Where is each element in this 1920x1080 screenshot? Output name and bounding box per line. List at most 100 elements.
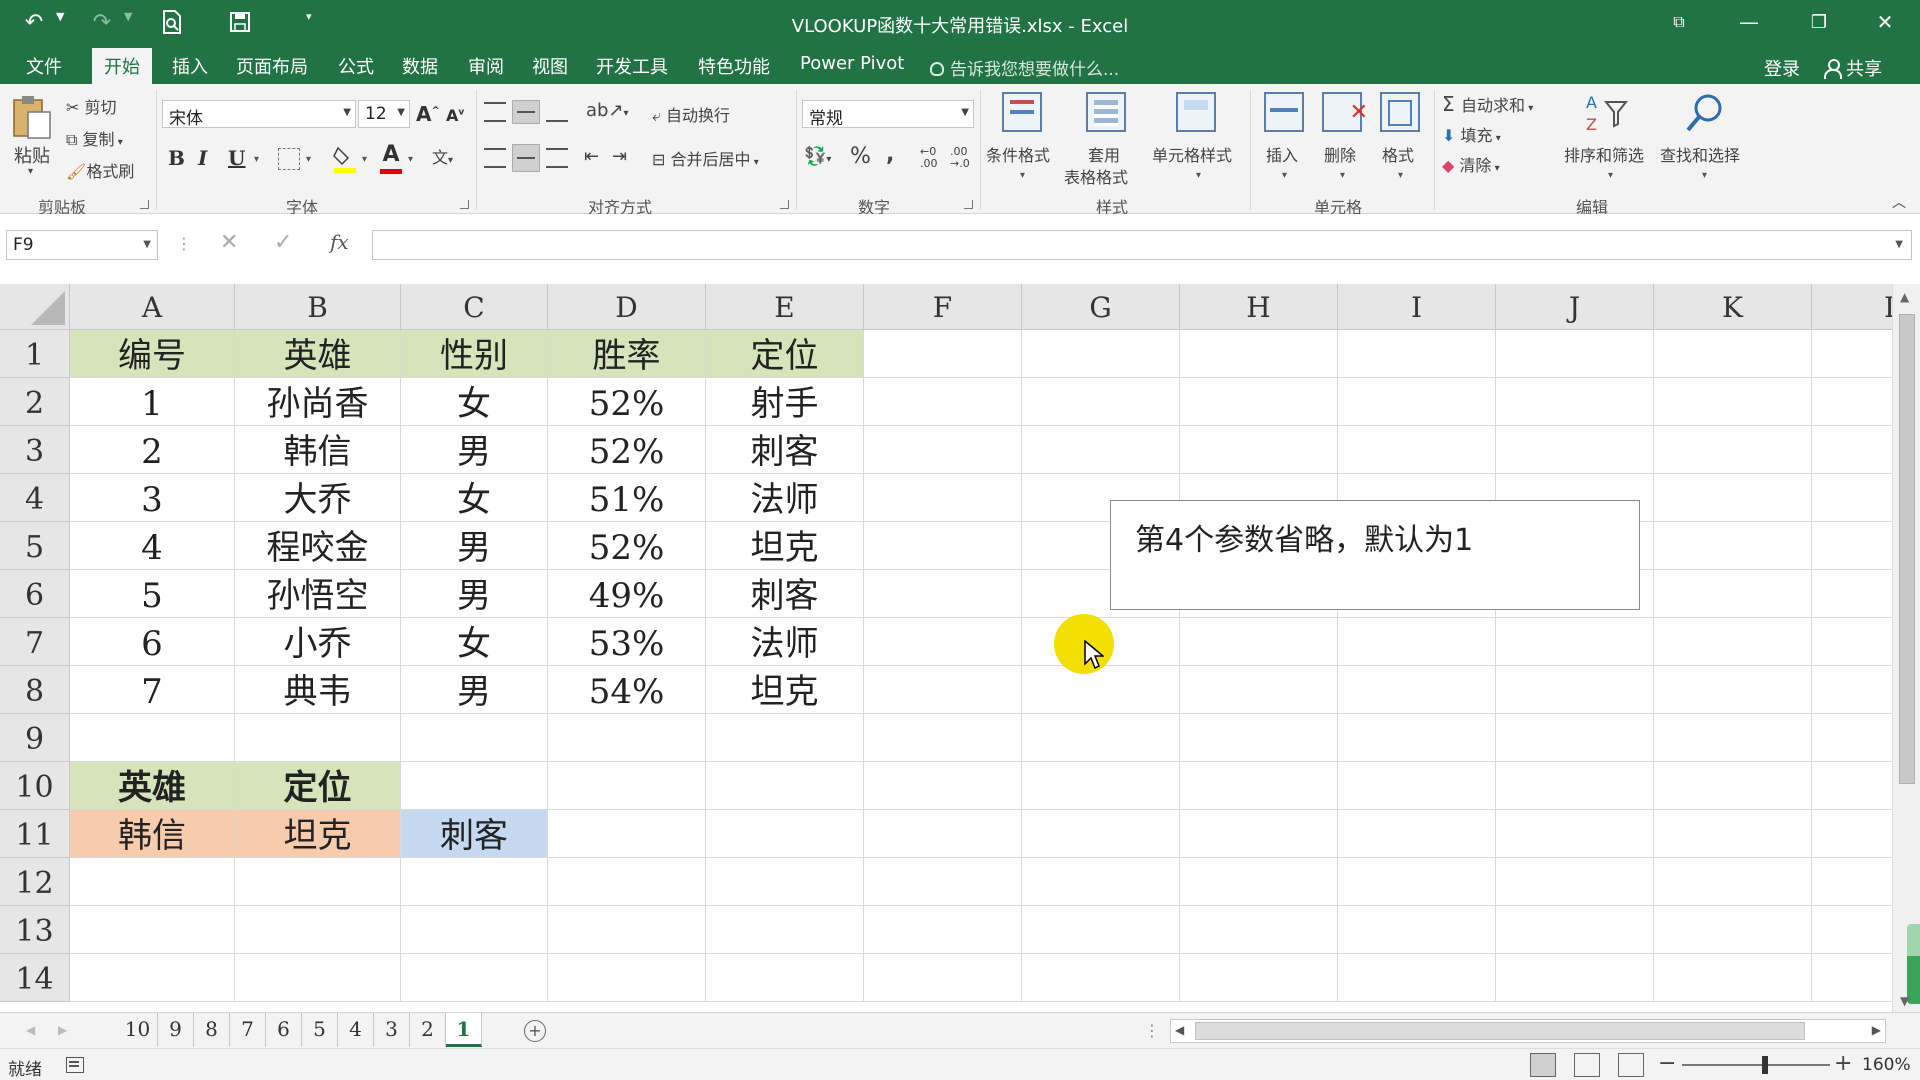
- column-header-l[interactable]: L: [1812, 284, 1900, 330]
- cell-b8[interactable]: 典韦: [235, 666, 401, 714]
- row-header-9[interactable]: 9: [0, 714, 70, 762]
- paste-label[interactable]: 粘贴: [14, 142, 50, 168]
- phonetic-icon[interactable]: 文▾: [432, 144, 453, 168]
- underline-dropdown-icon[interactable]: ▾: [254, 154, 259, 165]
- cell-f6[interactable]: [864, 570, 1022, 618]
- clear-button[interactable]: ◆ 清除 ▾: [1442, 152, 1500, 176]
- cell-f12[interactable]: [864, 858, 1022, 906]
- cell-i2[interactable]: [1338, 378, 1496, 426]
- cell-a11[interactable]: 韩信: [70, 810, 235, 858]
- cell-h1[interactable]: [1180, 330, 1338, 378]
- column-header-j[interactable]: J: [1496, 284, 1654, 330]
- sheet-tab-6[interactable]: 6: [266, 1013, 302, 1047]
- cell-g11[interactable]: [1022, 810, 1180, 858]
- macro-record-icon[interactable]: [66, 1057, 84, 1073]
- format-as-table-icon[interactable]: [1086, 92, 1126, 132]
- formula-bar-handle-icon[interactable]: ⋮: [176, 234, 192, 253]
- cell-a4[interactable]: 3: [70, 474, 235, 522]
- sheet-tab-3[interactable]: 3: [374, 1013, 410, 1047]
- cell-h10[interactable]: [1180, 762, 1338, 810]
- cell-i14[interactable]: [1338, 954, 1496, 1002]
- cell-a9[interactable]: [70, 714, 235, 762]
- cell-d6[interactable]: 49%: [548, 570, 706, 618]
- cell-c7[interactable]: 女: [401, 618, 548, 666]
- tab-file[interactable]: 文件: [26, 53, 62, 79]
- close-button[interactable]: ✕: [1850, 0, 1920, 44]
- conditional-format-dropdown-icon[interactable]: ▾: [1020, 170, 1025, 181]
- ribbon-display-icon[interactable]: ⧉: [1644, 0, 1714, 44]
- cell-i1[interactable]: [1338, 330, 1496, 378]
- cell-h14[interactable]: [1180, 954, 1338, 1002]
- cell-j9[interactable]: [1496, 714, 1654, 762]
- vertical-scroll-thumb[interactable]: [1899, 314, 1915, 784]
- delete-cells-icon[interactable]: ✕: [1322, 92, 1368, 132]
- cell-e4[interactable]: 法师: [706, 474, 864, 522]
- find-dropdown-icon[interactable]: ▾: [1702, 170, 1707, 181]
- cell-g2[interactable]: [1022, 378, 1180, 426]
- tab-review[interactable]: 审阅: [468, 53, 504, 79]
- borders-dropdown-icon[interactable]: ▾: [306, 154, 311, 165]
- cell-h8[interactable]: [1180, 666, 1338, 714]
- horizontal-scrollbar[interactable]: ◀ ▶: [1170, 1019, 1886, 1043]
- cell-k13[interactable]: [1654, 906, 1812, 954]
- tab-split-handle-icon[interactable]: ⋮: [1144, 1021, 1160, 1040]
- sheet-tab-4[interactable]: 4: [338, 1013, 374, 1047]
- column-header-i[interactable]: I: [1338, 284, 1496, 330]
- cell-d12[interactable]: [548, 858, 706, 906]
- currency-icon[interactable]: 💱▾: [804, 146, 831, 167]
- format-cells-button[interactable]: 格式: [1382, 142, 1414, 166]
- delete-cells-button[interactable]: 删除: [1324, 142, 1356, 166]
- cell-a8[interactable]: 7: [70, 666, 235, 714]
- cancel-icon[interactable]: ✕: [220, 230, 238, 255]
- wrap-text-button[interactable]: ⤶ 自动换行: [652, 102, 730, 126]
- cell-l2[interactable]: [1812, 378, 1900, 426]
- sheet-tab-9[interactable]: 9: [158, 1013, 194, 1047]
- tab-power-pivot[interactable]: Power Pivot: [800, 53, 904, 74]
- cell-d2[interactable]: 52%: [548, 378, 706, 426]
- font-size-select[interactable]: 12 ▼: [358, 100, 410, 128]
- cell-b9[interactable]: [235, 714, 401, 762]
- cell-i12[interactable]: [1338, 858, 1496, 906]
- cell-e1[interactable]: 定位: [706, 330, 864, 378]
- number-launcher-icon[interactable]: [964, 200, 973, 209]
- cell-f13[interactable]: [864, 906, 1022, 954]
- cell-d9[interactable]: [548, 714, 706, 762]
- sort-filter-button[interactable]: 排序和筛选: [1564, 142, 1644, 166]
- prev-sheet-icon[interactable]: ◀: [26, 1023, 35, 1037]
- cell-c8[interactable]: 男: [401, 666, 548, 714]
- cell-b12[interactable]: [235, 858, 401, 906]
- cell-e8[interactable]: 坦克: [706, 666, 864, 714]
- expand-formula-icon[interactable]: ▼: [1895, 239, 1903, 250]
- cell-f10[interactable]: [864, 762, 1022, 810]
- cell-h12[interactable]: [1180, 858, 1338, 906]
- increase-decimal-icon[interactable]: ←0.00: [920, 146, 938, 170]
- cell-c3[interactable]: 男: [401, 426, 548, 474]
- paste-icon[interactable]: [12, 94, 52, 140]
- zoom-level[interactable]: 160%: [1862, 1055, 1911, 1075]
- cell-c13[interactable]: [401, 906, 548, 954]
- insert-cells-icon[interactable]: [1264, 92, 1304, 132]
- cell-e6[interactable]: 刺客: [706, 570, 864, 618]
- sheet-tab-5[interactable]: 5: [302, 1013, 338, 1047]
- tab-page-layout[interactable]: 页面布局: [236, 53, 308, 79]
- cell-a6[interactable]: 5: [70, 570, 235, 618]
- cell-c5[interactable]: 男: [401, 522, 548, 570]
- comma-button[interactable]: ,: [886, 142, 894, 167]
- cell-j13[interactable]: [1496, 906, 1654, 954]
- row-header-3[interactable]: 3: [0, 426, 70, 474]
- sort-filter-icon[interactable]: AZ: [1584, 92, 1630, 136]
- orientation-icon[interactable]: ab↗▾: [586, 100, 629, 121]
- conditional-format-icon[interactable]: [1002, 92, 1042, 132]
- cell-a14[interactable]: [70, 954, 235, 1002]
- column-header-h[interactable]: H: [1180, 284, 1338, 330]
- cell-i9[interactable]: [1338, 714, 1496, 762]
- zoom-slider[interactable]: [1682, 1064, 1830, 1066]
- cell-h2[interactable]: [1180, 378, 1338, 426]
- cell-l13[interactable]: [1812, 906, 1900, 954]
- cell-c12[interactable]: [401, 858, 548, 906]
- cell-g10[interactable]: [1022, 762, 1180, 810]
- cell-k10[interactable]: [1654, 762, 1812, 810]
- login-link[interactable]: 登录: [1764, 55, 1800, 81]
- align-center-icon[interactable]: [512, 144, 540, 172]
- cell-styles-dropdown-icon[interactable]: ▾: [1196, 170, 1201, 181]
